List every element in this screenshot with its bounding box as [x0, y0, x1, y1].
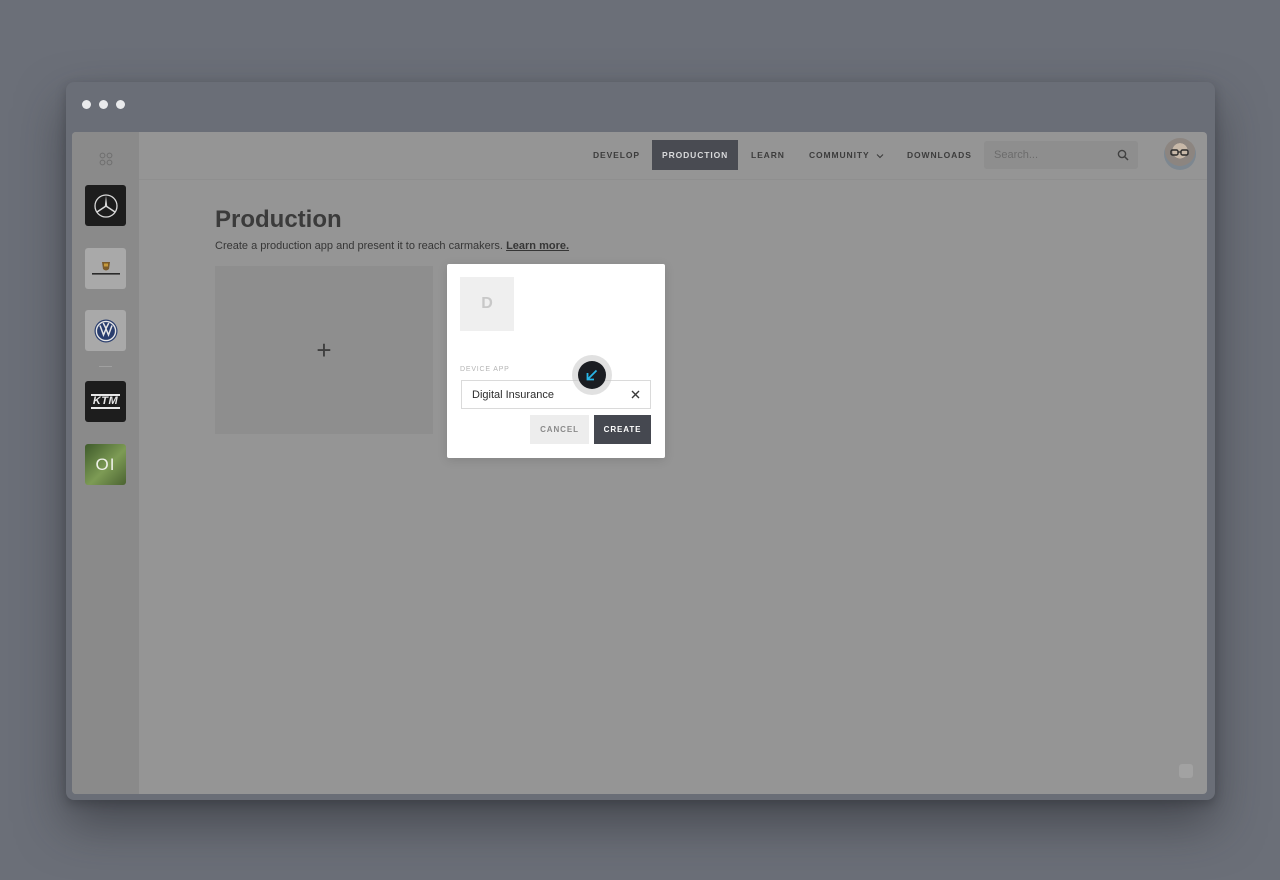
mercedes-star-icon	[93, 193, 118, 218]
page-subtitle-text: Create a production app and present it t…	[215, 240, 503, 252]
oi-logo-icon: OI	[95, 454, 116, 474]
arrow-down-left-icon	[586, 369, 598, 381]
nav-learn[interactable]: LEARN	[751, 140, 785, 170]
window-dot[interactable]	[99, 100, 108, 109]
app-viewport: KTM OI DEVELOP PRODUCTION LEARN COMMUNIT…	[72, 132, 1207, 794]
close-icon[interactable]	[631, 390, 640, 399]
window-dot[interactable]	[82, 100, 91, 109]
learn-more-link[interactable]: Learn more.	[506, 240, 569, 252]
device-app-field	[461, 380, 651, 409]
vw-logo-icon	[94, 319, 117, 342]
nav-community[interactable]: COMMUNITY	[809, 140, 884, 170]
brand-porsche-button[interactable]	[85, 248, 126, 289]
avatar-face-icon	[1170, 149, 1189, 156]
nav-production[interactable]: PRODUCTION	[652, 140, 739, 170]
search-input[interactable]	[984, 141, 1104, 169]
top-navigation: DEVELOP PRODUCTION LEARN COMMUNITY DOWNL…	[139, 132, 1207, 180]
brand-volkswagen-button[interactable]	[85, 310, 126, 351]
brand-oi-button[interactable]: OI	[85, 444, 126, 485]
chat-icon[interactable]	[1179, 764, 1193, 778]
page-subtitle: Create a production app and present it t…	[215, 240, 569, 252]
nav-community-label: COMMUNITY	[809, 150, 870, 160]
app-thumbnail[interactable]: D	[460, 277, 514, 331]
chevron-down-icon	[876, 153, 884, 159]
nav-downloads[interactable]: DOWNLOADS	[907, 140, 972, 170]
cursor-indicator	[578, 361, 606, 389]
add-app-card[interactable]: +	[215, 266, 433, 434]
nav-develop[interactable]: DEVELOP	[593, 140, 640, 170]
user-avatar[interactable]	[1164, 138, 1196, 170]
plus-icon: +	[316, 334, 332, 365]
search-box	[984, 141, 1138, 169]
app-thumbnail-letter: D	[481, 295, 493, 312]
cancel-button[interactable]: CANCEL	[530, 415, 589, 444]
window-controls	[82, 100, 125, 109]
window-dot[interactable]	[116, 100, 125, 109]
sidebar: KTM OI	[72, 132, 139, 794]
create-button[interactable]: CREATE	[594, 415, 651, 444]
sidebar-divider	[99, 366, 112, 367]
device-app-label: DEVICE APP	[460, 366, 510, 373]
apps-grid-icon[interactable]	[99, 152, 113, 166]
brand-ktm-button[interactable]: KTM	[85, 381, 126, 422]
brand-mercedes-button[interactable]	[85, 185, 126, 226]
search-icon[interactable]	[1117, 149, 1129, 161]
porsche-crest-icon	[91, 261, 120, 275]
page-title: Production	[215, 206, 342, 233]
ktm-logo-icon: KTM	[90, 394, 121, 409]
create-app-dialog: D DEVICE APP CANCEL CREATE	[447, 264, 665, 458]
